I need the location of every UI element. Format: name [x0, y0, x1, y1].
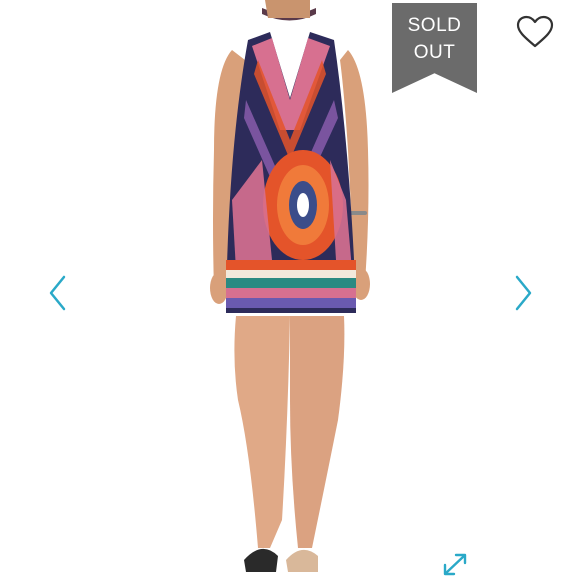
product-photo — [210, 0, 370, 572]
previous-image-button[interactable] — [46, 273, 68, 313]
left-shoe — [244, 548, 278, 572]
sold-out-badge-line1: SOLD — [407, 15, 462, 36]
product-image-viewer: SOLD OUT — [0, 0, 580, 579]
left-hand — [210, 272, 228, 304]
next-image-button[interactable] — [513, 273, 535, 313]
neck — [265, 0, 310, 18]
like-button[interactable] — [515, 14, 555, 50]
chevron-left-icon — [49, 275, 66, 311]
sold-out-badge: SOLD OUT — [392, 3, 477, 93]
chevron-right-icon — [515, 275, 532, 311]
left-leg — [234, 316, 290, 548]
expand-image-button[interactable] — [440, 551, 470, 579]
sold-out-badge-line2: OUT — [413, 42, 456, 63]
expand-diagonal-icon — [443, 553, 467, 576]
heart-outline-icon — [516, 15, 554, 48]
right-leg — [290, 316, 345, 548]
right-shoe — [286, 549, 318, 572]
